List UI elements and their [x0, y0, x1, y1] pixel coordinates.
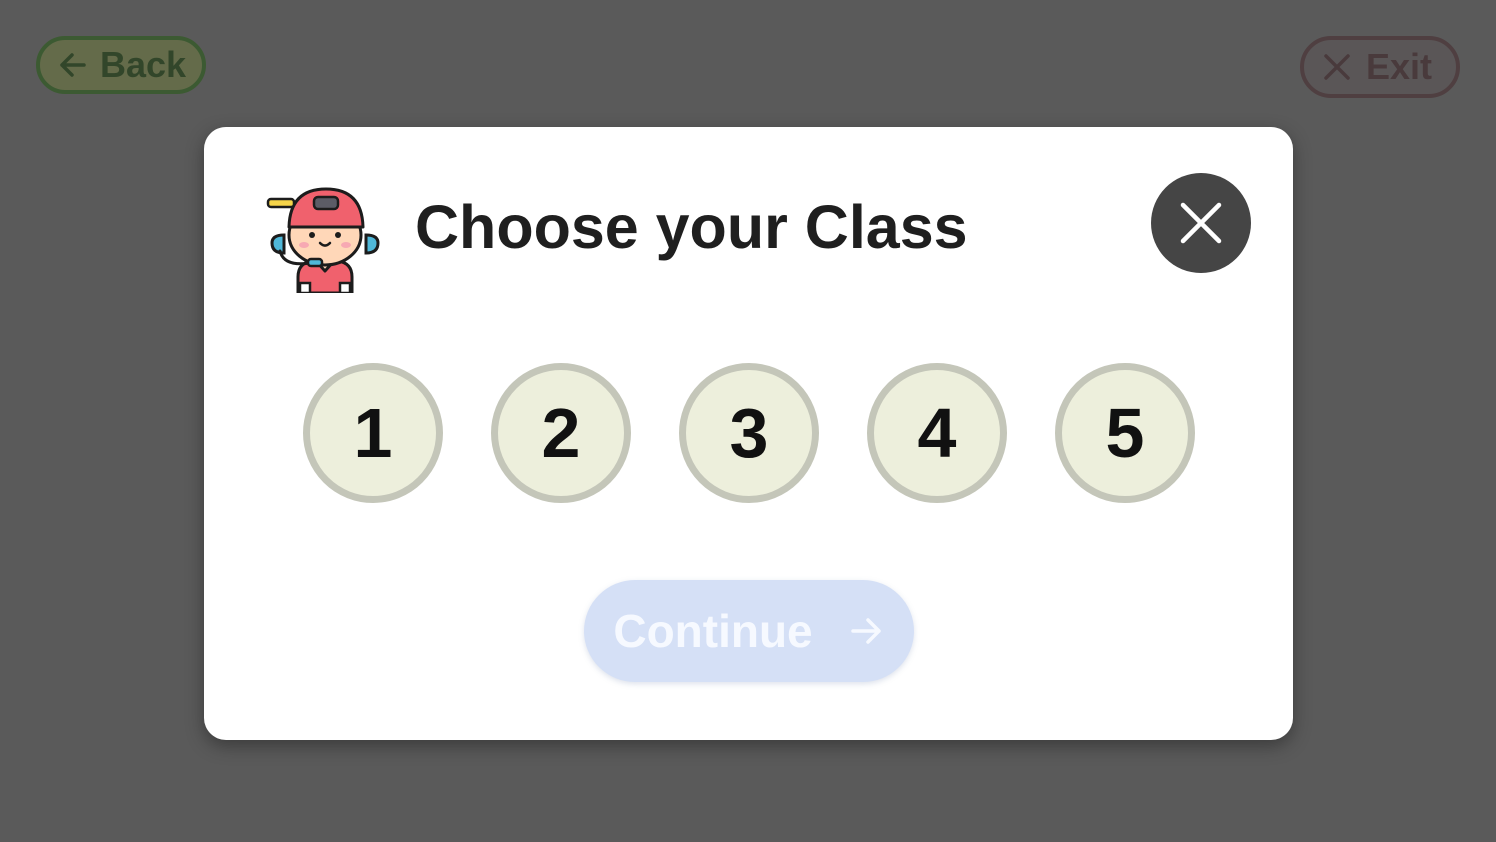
class-option-5[interactable]: 5	[1055, 363, 1195, 503]
class-option-3[interactable]: 3	[679, 363, 819, 503]
continue-button-label: Continue	[613, 605, 813, 657]
class-option-2[interactable]: 2	[491, 363, 631, 503]
class-option-1[interactable]: 1	[303, 363, 443, 503]
arrow-right-icon	[850, 618, 881, 644]
support-agent-avatar-icon	[266, 187, 380, 293]
close-dialog-button[interactable]	[1151, 173, 1251, 273]
close-icon	[1324, 54, 1350, 80]
back-button[interactable]: Back	[36, 36, 206, 94]
class-options: 1 2 3 4 5	[303, 363, 1196, 503]
dialog-title: Choose your Class	[415, 193, 968, 261]
continue-button[interactable]: Continue	[584, 580, 914, 682]
class-option-4[interactable]: 4	[867, 363, 1007, 503]
exit-button[interactable]: Exit	[1300, 36, 1460, 98]
close-icon	[1180, 202, 1222, 244]
arrow-left-icon	[60, 53, 86, 77]
choose-class-dialog: Choose your Class 1 2 3 4 5 Continue	[204, 127, 1293, 740]
exit-button-label: Exit	[1366, 46, 1433, 87]
back-button-label: Back	[100, 44, 187, 85]
